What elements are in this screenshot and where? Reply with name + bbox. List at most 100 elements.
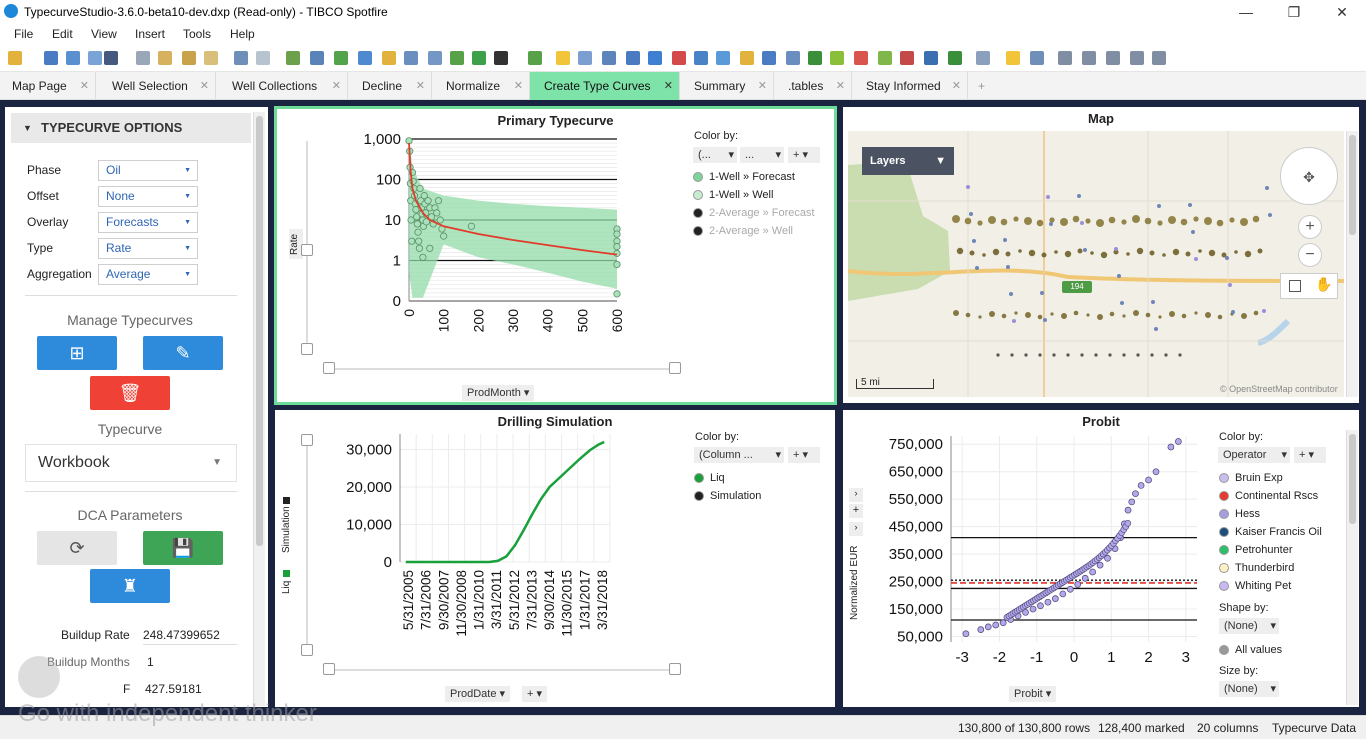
- graphical-table-icon[interactable]: [626, 51, 640, 65]
- parallel-icon[interactable]: [900, 51, 914, 65]
- print-icon[interactable]: [136, 51, 150, 65]
- legend-item[interactable]: Kaiser Francis Oil: [1219, 526, 1322, 538]
- undo-icon[interactable]: [234, 51, 248, 65]
- text-area-icon[interactable]: [976, 51, 990, 65]
- legend-item[interactable]: Simulation: [694, 490, 761, 502]
- buildup-rate-field[interactable]: 248.47399652: [143, 628, 229, 642]
- y-slider-handle[interactable]: [301, 434, 313, 446]
- legend-item[interactable]: 1-Well » Forecast: [693, 171, 795, 183]
- y-slider-handle[interactable]: [301, 343, 313, 355]
- redo-icon[interactable]: [256, 51, 270, 65]
- split-icon[interactable]: [1082, 51, 1096, 65]
- y-slider-handle[interactable]: [301, 644, 313, 656]
- zoom-out-button[interactable]: −: [1298, 243, 1322, 267]
- tab-tables[interactable]: .tables ✕: [774, 72, 852, 100]
- tab-well-selection[interactable]: Well Selection ✕: [96, 72, 216, 100]
- menu-help[interactable]: Help: [230, 27, 255, 41]
- colorby-selector[interactable]: Operator ▾: [1218, 447, 1290, 463]
- probit-scrollbar[interactable]: [1346, 430, 1358, 705]
- sizeby-selector[interactable]: (None) ▾: [1219, 681, 1279, 697]
- close-tab-icon[interactable]: ✕: [200, 72, 209, 100]
- marker-icon[interactable]: [494, 51, 508, 65]
- columns-status[interactable]: 20 columns: [1197, 721, 1258, 735]
- pie-chart-icon[interactable]: [740, 51, 754, 65]
- rows-icon[interactable]: [1130, 51, 1144, 65]
- add-colorby-button[interactable]: + ▾: [1294, 447, 1326, 463]
- maximize-icon[interactable]: ❐: [1284, 2, 1304, 22]
- data-table-status[interactable]: Typecurve Data: [1272, 721, 1356, 735]
- add-colorby-button[interactable]: + ▾: [788, 147, 820, 163]
- close-tab-icon[interactable]: ✕: [332, 72, 341, 100]
- map-icon[interactable]: [808, 51, 822, 65]
- pages-icon[interactable]: [428, 51, 442, 65]
- columns-icon[interactable]: [1106, 51, 1120, 65]
- hand-icon[interactable]: ✋: [1315, 276, 1332, 293]
- tab-decline[interactable]: Decline ✕: [348, 72, 432, 100]
- cube-icon[interactable]: [786, 51, 800, 65]
- tab-summary[interactable]: Summary ✕: [680, 72, 774, 100]
- layout-icon[interactable]: [1058, 51, 1072, 65]
- table-icon[interactable]: [578, 51, 592, 65]
- new-visualization-icon[interactable]: [528, 51, 542, 65]
- probit-chart[interactable]: 750,000650,000550,000450,000350,000250,0…: [873, 430, 1213, 678]
- copy-icon[interactable]: [182, 51, 196, 65]
- line-chart-icon[interactable]: [450, 51, 464, 65]
- heatmap-icon[interactable]: [854, 51, 868, 65]
- add-data-icon[interactable]: [44, 51, 58, 65]
- scrollbar-thumb[interactable]: [1349, 434, 1356, 524]
- drilling-simulation-chart[interactable]: 30,00020,00010,0000 5/31/2005 7/31/2006 9/…: [330, 430, 690, 670]
- primary-typecurve-panel[interactable]: Primary Typecurve Rate ProdMonth ▾ 1,000…: [274, 106, 837, 405]
- legend-item[interactable]: Continental Rscs: [1219, 490, 1318, 502]
- legend-item[interactable]: 2-Average » Well: [693, 225, 793, 237]
- close-tab-icon[interactable]: ✕: [836, 72, 845, 100]
- filter-icon[interactable]: [310, 51, 324, 65]
- gear-icon[interactable]: [1030, 51, 1044, 65]
- phase-dropdown[interactable]: Oil: [98, 160, 198, 181]
- close-tab-icon[interactable]: ✕: [664, 72, 673, 100]
- x-slider-handle[interactable]: [323, 362, 335, 374]
- lightbulb-icon[interactable]: [556, 51, 570, 65]
- liq-axis-label[interactable]: Liq: [281, 564, 295, 600]
- drilling-simulation-panel[interactable]: Drilling Simulation Simulation Liq ProdD…: [275, 410, 835, 707]
- legend-item[interactable]: Thunderbird: [1219, 562, 1294, 574]
- x-slider-handle[interactable]: [669, 362, 681, 374]
- legend-item[interactable]: Petrohunter: [1219, 544, 1292, 556]
- tab-normalize[interactable]: Normalize ✕: [432, 72, 530, 100]
- tag-icon[interactable]: [382, 51, 396, 65]
- colorby-selector-2[interactable]: ... ▾: [740, 147, 784, 163]
- rectangle-select-icon[interactable]: [1289, 280, 1301, 292]
- close-tab-icon[interactable]: ✕: [758, 72, 767, 100]
- shapeby-selector[interactable]: (None) ▾: [1219, 618, 1279, 634]
- overlay-dropdown[interactable]: Forecasts: [98, 212, 198, 233]
- expand-axis-button[interactable]: ›: [849, 488, 863, 502]
- comment-icon[interactable]: [472, 51, 486, 65]
- third-param-field[interactable]: 427.59181: [145, 682, 202, 696]
- colorby-selector[interactable]: (... ▾: [693, 147, 737, 163]
- close-icon[interactable]: ✕: [1332, 2, 1352, 22]
- menu-edit[interactable]: Edit: [52, 27, 73, 41]
- bar-chart-icon[interactable]: [648, 51, 662, 65]
- menu-file[interactable]: File: [14, 27, 33, 41]
- expand-axis-button[interactable]: ›: [849, 522, 863, 536]
- add-colorby-button[interactable]: + ▾: [788, 447, 820, 463]
- combination-chart-icon[interactable]: [672, 51, 686, 65]
- data-table-icon[interactable]: [66, 51, 80, 65]
- close-tab-icon[interactable]: ✕: [80, 72, 89, 100]
- normalized-eur-axis-label[interactable]: Normalized EUR: [849, 540, 863, 626]
- panel-header[interactable]: TYPECURVE OPTIONS: [11, 113, 251, 143]
- summary-icon[interactable]: [924, 51, 938, 65]
- save-parameters-button[interactable]: 💾: [143, 531, 223, 565]
- map-view[interactable]: Layers ▼ 194 ✥ + − ✋ 5 mi © OpenStreetMap…: [848, 131, 1344, 397]
- x-range-slider[interactable]: [327, 368, 677, 370]
- details-icon[interactable]: [334, 51, 348, 65]
- crosstable-icon[interactable]: [602, 51, 616, 65]
- replace-data-icon[interactable]: [88, 51, 102, 65]
- y-range-slider[interactable]: [306, 440, 308, 650]
- scrollbar-thumb[interactable]: [1349, 135, 1356, 235]
- typecurve-select[interactable]: Workbook ▼: [25, 444, 237, 482]
- tab-create-type-curves[interactable]: Create Type Curves ✕: [530, 72, 680, 100]
- legend-item[interactable]: 1-Well » Well: [693, 189, 773, 201]
- fit-icon[interactable]: [1152, 51, 1166, 65]
- edit-typecurve-button[interactable]: ✎: [143, 336, 223, 370]
- save-icon[interactable]: [104, 51, 118, 65]
